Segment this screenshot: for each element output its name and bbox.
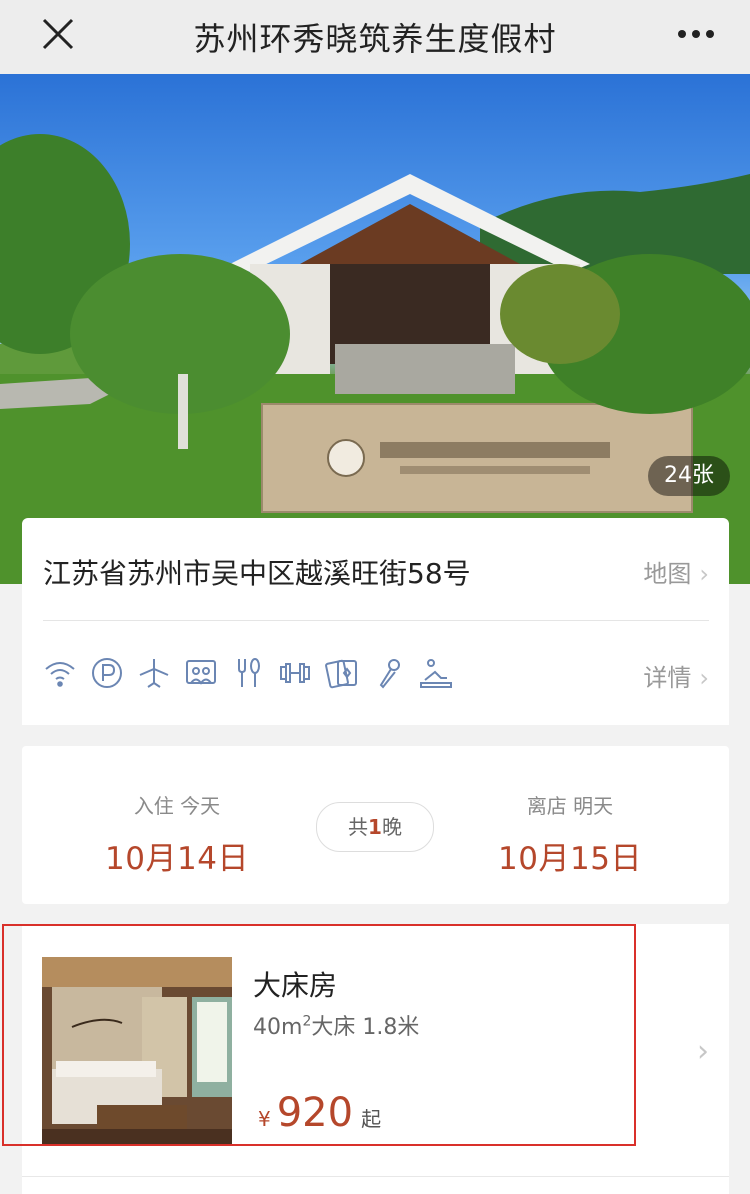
map-link-label: 地图 xyxy=(643,560,692,588)
checkin-label: 入住 今天 xyxy=(133,794,221,818)
close-icon[interactable] xyxy=(38,14,78,54)
hotel-address: 江苏省苏州市吴中区越溪旺街58号 xyxy=(43,557,471,590)
date-selector-card: 入住 今天 10月14日 共1晚 离店 明天 10月15日 xyxy=(22,746,729,904)
room-card[interactable]: 大床房 40m2大床 1.8米 ¥920 起 › xyxy=(22,924,729,1176)
cards-icon xyxy=(325,656,359,690)
nights-suffix: 晚 xyxy=(381,815,402,839)
next-card-edge xyxy=(22,1176,729,1194)
map-link[interactable]: 地图 › xyxy=(643,554,709,589)
parking-icon xyxy=(90,656,124,690)
page-title: 苏州环秀晓筑养生度假村 xyxy=(193,20,557,58)
checkout-date-value: 10月15日 xyxy=(498,841,642,877)
karaoke-icon xyxy=(372,656,406,690)
room-spec: 40m2大床 1.8米 xyxy=(253,1009,419,1041)
more-dots-icon[interactable] xyxy=(674,16,718,52)
room-area: 40m xyxy=(253,1015,303,1040)
restaurant-icon xyxy=(231,656,265,690)
nights-prefix: 共 xyxy=(348,815,369,839)
spa-icon xyxy=(419,656,453,690)
chevron-right-icon: › xyxy=(699,664,709,692)
currency-symbol: ¥ xyxy=(258,1107,271,1131)
checkin-date[interactable]: 入住 今天 10月14日 xyxy=(77,790,277,878)
price-suffix: 起 xyxy=(361,1107,382,1131)
price-amount: 920 xyxy=(276,1090,354,1136)
photo-count-badge[interactable]: 24张 xyxy=(648,456,730,496)
room-photo[interactable] xyxy=(42,957,232,1145)
address-card: 江苏省苏州市吴中区越溪旺街58号 地图 › 详情 › xyxy=(22,518,729,725)
hotel-photo-illustration xyxy=(0,134,750,584)
chevron-right-icon: › xyxy=(699,560,709,588)
gym-icon xyxy=(278,656,312,690)
room-bed-spec: 大床 1.8米 xyxy=(311,1015,420,1040)
nights-count-badge: 共1晚 xyxy=(316,802,434,852)
room-name: 大床房 xyxy=(253,969,338,1002)
wifi-icon xyxy=(43,656,77,690)
meeting-room-icon xyxy=(184,656,218,690)
checkout-label: 离店 明天 xyxy=(526,794,614,818)
room-price: ¥920 起 xyxy=(258,1090,381,1136)
address-row[interactable]: 江苏省苏州市吴中区越溪旺街58号 地图 › xyxy=(43,546,709,592)
checkout-date[interactable]: 离店 明天 10月15日 xyxy=(470,790,670,878)
checkin-date-value: 10月14日 xyxy=(105,841,249,877)
chevron-right-icon: › xyxy=(697,1034,709,1069)
hotel-photo[interactable]: 24张 xyxy=(0,74,750,584)
nights-number: 1 xyxy=(368,815,382,839)
detail-link-label: 详情 xyxy=(643,664,692,692)
divider xyxy=(43,620,709,621)
amenity-icons[interactable] xyxy=(43,648,466,698)
top-bar: 苏州环秀晓筑养生度假村 xyxy=(0,0,750,74)
room-photo-illustration xyxy=(42,957,232,1145)
airplane-icon xyxy=(137,656,171,690)
amenity-detail-link[interactable]: 详情 › xyxy=(643,658,709,693)
